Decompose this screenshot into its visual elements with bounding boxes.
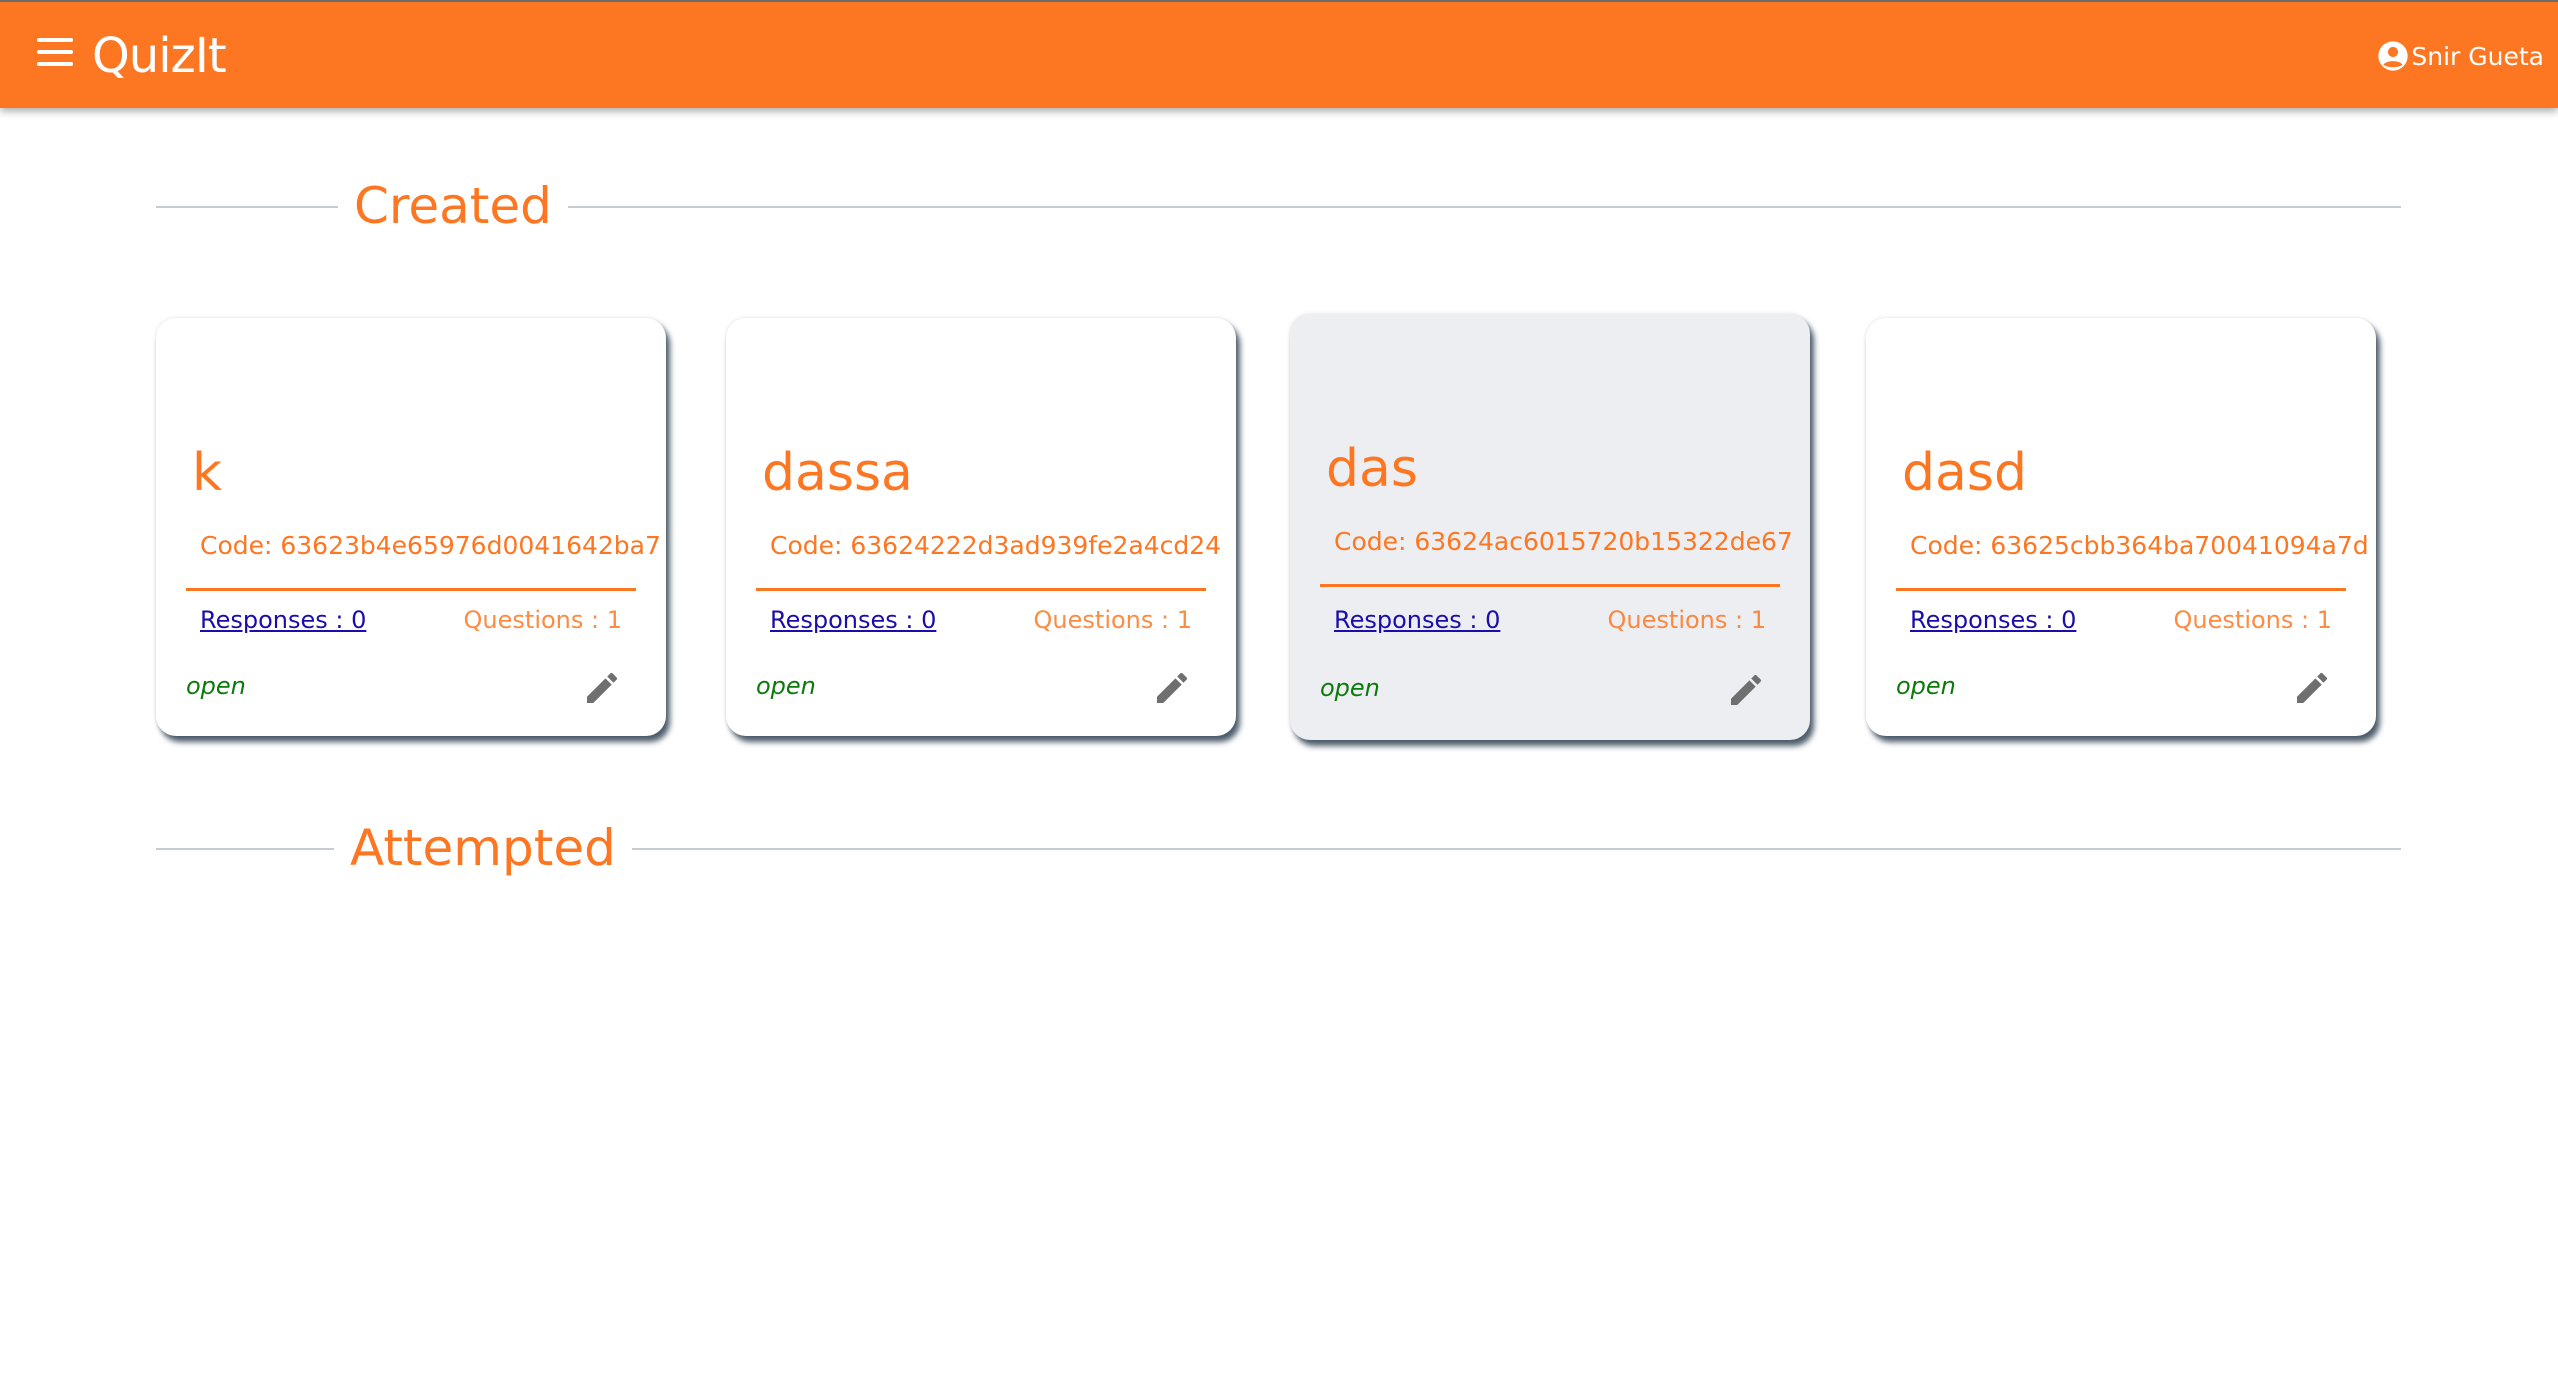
edit-button[interactable] xyxy=(1726,670,1766,710)
app-title[interactable]: QuizIt xyxy=(92,26,227,86)
status-label: open xyxy=(1896,672,1956,700)
responses-link[interactable]: Responses : 0 xyxy=(1910,602,2076,638)
card-divider xyxy=(186,588,636,591)
responses-link[interactable]: Responses : 0 xyxy=(1334,602,1500,638)
menu-icon-bar xyxy=(37,50,73,54)
user-name: Snir Gueta xyxy=(2411,41,2544,71)
card-divider xyxy=(1320,584,1780,587)
edit-button[interactable] xyxy=(582,668,622,708)
responses-link[interactable]: Responses : 0 xyxy=(200,602,366,638)
attempted-heading: Attempted xyxy=(334,808,632,888)
questions-count: Questions : 1 xyxy=(1607,606,1766,634)
menu-button[interactable] xyxy=(28,28,82,78)
quiz-card[interactable]: k Code: 63623b4e65976d0041642ba7 Respons… xyxy=(156,318,666,736)
questions-count: Questions : 1 xyxy=(463,606,622,634)
pencil-icon xyxy=(2297,672,2328,703)
user-account-button[interactable]: Snir Gueta xyxy=(2377,36,2544,76)
app-bar: QuizIt Snir Gueta xyxy=(0,0,2558,108)
attempted-section-header: Attempted xyxy=(156,808,2401,888)
quiz-title: das xyxy=(1326,439,1418,499)
card-divider xyxy=(1896,588,2346,591)
quiz-title: dassa xyxy=(762,443,913,503)
status-label: open xyxy=(186,672,246,700)
pencil-icon xyxy=(1157,672,1188,703)
menu-icon-bar xyxy=(37,62,73,66)
account-circle-icon xyxy=(2378,41,2409,71)
created-heading: Created xyxy=(338,166,568,246)
card-divider xyxy=(756,588,1206,591)
quiz-title: k xyxy=(192,443,223,503)
created-section-header: Created xyxy=(156,166,2401,246)
menu-icon xyxy=(37,38,73,42)
quiz-card[interactable]: dassa Code: 63624222d3ad939fe2a4cd24 Res… xyxy=(726,318,1236,736)
quiz-code: Code: 63624ac6015720b15322de67 xyxy=(1334,527,1793,556)
edit-button[interactable] xyxy=(1152,668,1192,708)
quiz-card[interactable]: das Code: 63624ac6015720b15322de67 Respo… xyxy=(1290,314,1810,740)
pencil-icon xyxy=(1731,674,1762,705)
quiz-title: dasd xyxy=(1902,443,2027,503)
status-label: open xyxy=(1320,674,1380,702)
quiz-code: Code: 63623b4e65976d0041642ba7 xyxy=(200,531,661,560)
quiz-card[interactable]: dasd Code: 63625cbb364ba70041094a7d Resp… xyxy=(1866,318,2376,736)
status-label: open xyxy=(756,672,816,700)
questions-count: Questions : 1 xyxy=(2173,606,2332,634)
questions-count: Questions : 1 xyxy=(1033,606,1192,634)
pencil-icon xyxy=(587,672,618,703)
responses-link[interactable]: Responses : 0 xyxy=(770,602,936,638)
edit-button[interactable] xyxy=(2292,668,2332,708)
quiz-code: Code: 63624222d3ad939fe2a4cd24 xyxy=(770,531,1222,560)
quiz-code: Code: 63625cbb364ba70041094a7d xyxy=(1910,531,2369,560)
